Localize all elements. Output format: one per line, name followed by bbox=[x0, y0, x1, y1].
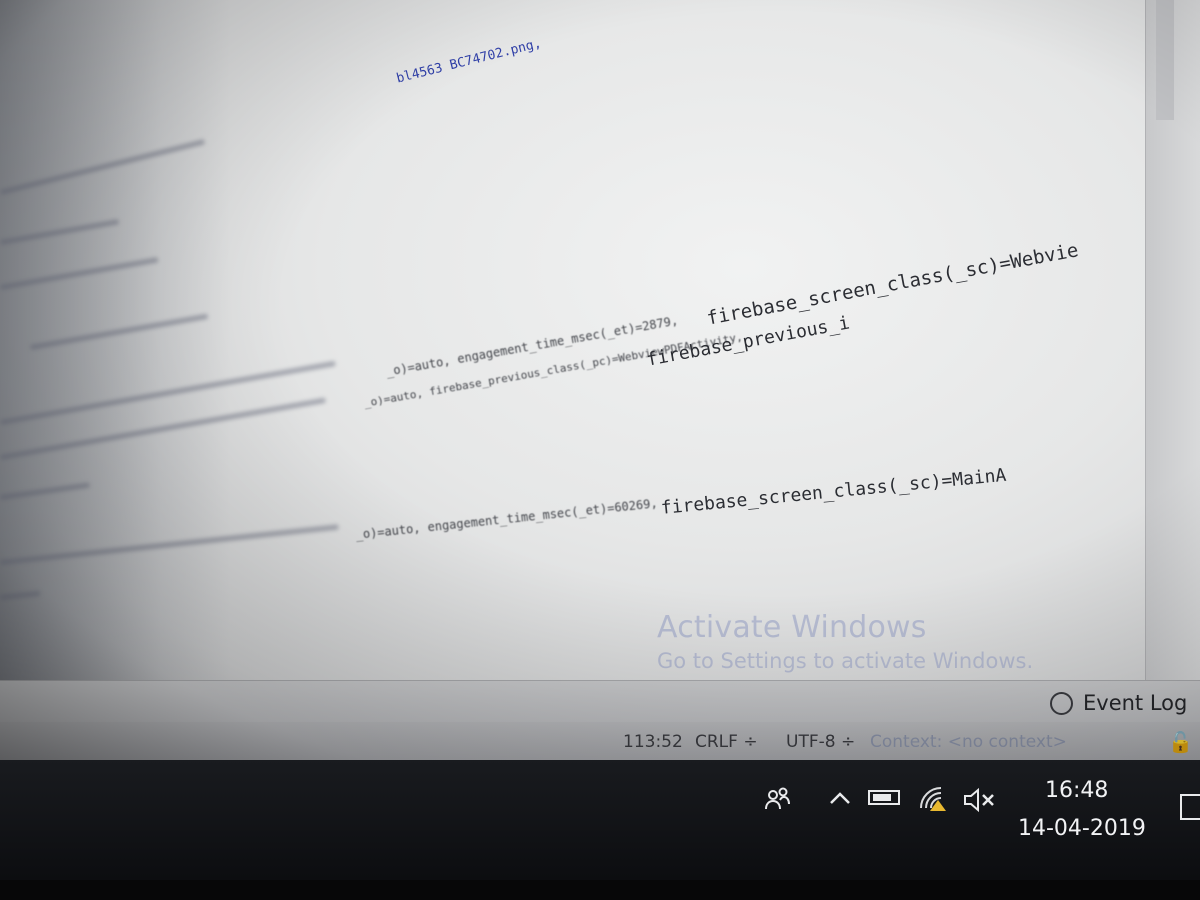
line-separator-selector[interactable]: CRLF ÷ bbox=[695, 732, 758, 752]
watermark-title: Activate Windows bbox=[657, 610, 927, 645]
context-indicator: Context: <no context> bbox=[870, 732, 1067, 752]
code-editor[interactable]: bl4563 BC74702.png, _o)=auto, engagement… bbox=[0, 0, 1145, 680]
encoding-selector[interactable]: UTF-8 ÷ bbox=[786, 732, 855, 752]
people-icon[interactable] bbox=[763, 786, 793, 818]
caret-position[interactable]: 113:52 bbox=[623, 732, 683, 752]
chevron-up-icon[interactable] bbox=[828, 788, 852, 814]
clock-date[interactable]: 14-04-2019 bbox=[1018, 816, 1146, 841]
event-log-label: Event Log bbox=[1083, 691, 1188, 715]
log-link-line[interactable]: bl4563 BC74702.png, bbox=[395, 36, 543, 87]
log-line-segment: _o)=auto, engagement_time_msec(_et)=6026… bbox=[355, 496, 659, 542]
battery-icon[interactable] bbox=[868, 790, 900, 805]
scrollbar-thumb[interactable] bbox=[1156, 0, 1174, 120]
tool-window-bar: Event Log bbox=[0, 680, 1200, 723]
windows-taskbar: 16:48 14-04-2019 bbox=[0, 760, 1200, 880]
watermark-subtitle: Go to Settings to activate Windows. bbox=[657, 649, 1034, 673]
activate-windows-watermark: Activate Windows Go to Settings to activ… bbox=[657, 610, 1033, 673]
editor-gutter bbox=[0, 0, 230, 680]
status-bar: 113:52 CRLF ÷ UTF-8 ÷ Context: <no conte… bbox=[0, 722, 1200, 760]
event-log-button[interactable]: Event Log bbox=[1050, 691, 1187, 715]
volume-muted-icon[interactable] bbox=[962, 787, 996, 819]
ide-window: bl4563 BC74702.png, _o)=auto, engagement… bbox=[0, 0, 1200, 760]
log-line-segment: firebase_screen_class(_sc)=Webvie bbox=[705, 239, 1081, 330]
monitor-bezel bbox=[0, 880, 1200, 900]
event-log-icon bbox=[1050, 691, 1073, 715]
log-line-segment: firebase_screen_class(_sc)=MainA bbox=[660, 464, 1008, 519]
vertical-scrollbar[interactable] bbox=[1145, 0, 1200, 680]
wifi-icon[interactable] bbox=[918, 786, 952, 818]
lock-icon[interactable]: 🔓 bbox=[1168, 730, 1193, 754]
notification-icon[interactable] bbox=[1180, 794, 1200, 820]
clock-time[interactable]: 16:48 bbox=[1045, 778, 1108, 803]
